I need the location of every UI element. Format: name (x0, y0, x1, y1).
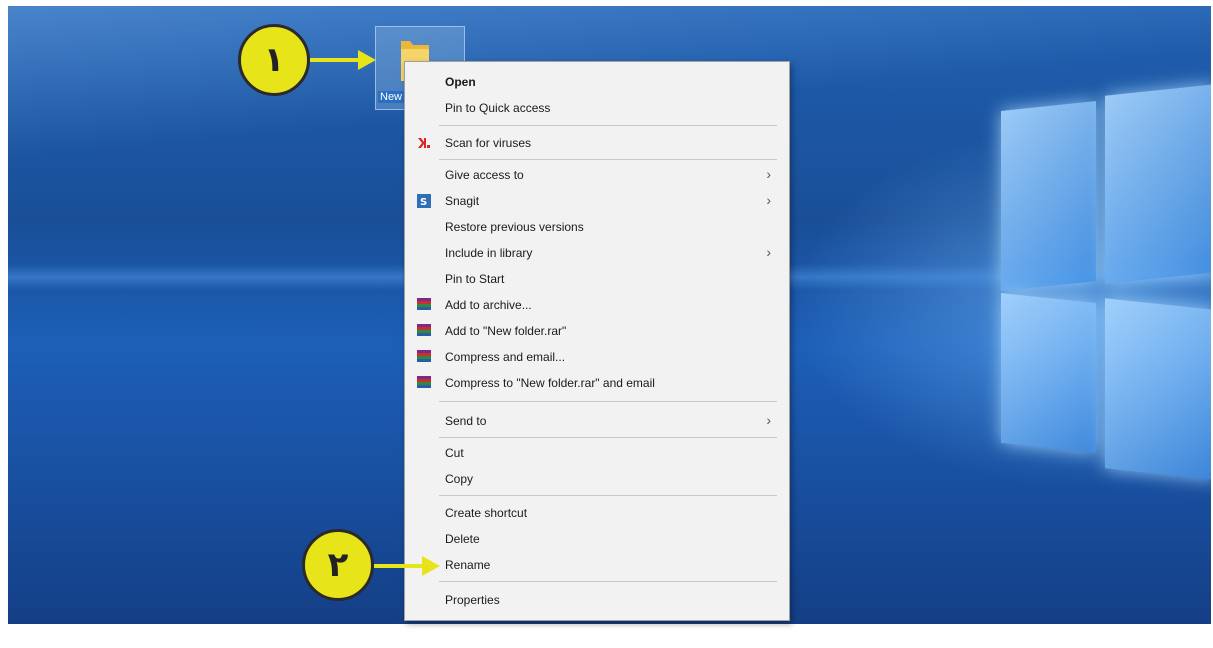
winrar-icon (417, 350, 431, 364)
menu-item-add-archive[interactable]: Add to archive... (405, 293, 789, 317)
menu-separator (439, 401, 777, 402)
menu-item-restore-versions[interactable]: Restore previous versions (405, 215, 789, 239)
menu-item-scan-viruses[interactable]: Scan for viruses (405, 131, 789, 155)
menu-item-label: Scan for viruses (445, 136, 532, 150)
menu-item-label: Pin to Start (445, 272, 505, 286)
winrar-icon (417, 298, 431, 312)
menu-item-label: Cut (445, 446, 464, 460)
context-menu[interactable]: Open Pin to Quick access Scan for viruse… (404, 61, 790, 621)
menu-item-compress-rar-email[interactable]: Compress to "New folder.rar" and email (405, 371, 789, 395)
menu-item-label: Properties (445, 593, 500, 607)
svg-text:S: S (420, 197, 427, 208)
menu-item-label: Send to (445, 414, 487, 428)
menu-item-label: Compress and email... (445, 350, 566, 364)
menu-item-label: Compress to "New folder.rar" and email (445, 376, 655, 390)
menu-separator (439, 125, 777, 126)
menu-separator (439, 495, 777, 496)
menu-item-label: Give access to (445, 168, 524, 182)
menu-item-cut[interactable]: Cut (405, 441, 789, 465)
menu-item-label: Create shortcut (445, 506, 528, 520)
menu-item-rename[interactable]: Rename (405, 553, 789, 577)
menu-item-label: Copy (445, 472, 474, 486)
menu-item-include-library[interactable]: Include in library › (405, 241, 789, 265)
menu-item-label: Open (445, 75, 476, 89)
menu-item-pin-quick-access[interactable]: Pin to Quick access (405, 96, 789, 120)
menu-item-label: Rename (445, 558, 491, 572)
menu-item-label: Snagit (445, 194, 480, 208)
menu-separator (439, 437, 777, 438)
snagit-icon: S (417, 194, 431, 208)
menu-item-properties[interactable]: Properties (405, 588, 789, 612)
chevron-right-icon: › (766, 192, 771, 208)
callout-badge-2: ٢ (302, 529, 374, 601)
callout-badge-1: ١ (238, 24, 310, 96)
menu-item-send-to[interactable]: Send to › (405, 409, 789, 433)
chevron-right-icon: › (766, 412, 771, 428)
menu-item-add-to-rar[interactable]: Add to "New folder.rar" (405, 319, 789, 343)
menu-item-label: Delete (445, 532, 480, 546)
antivirus-icon (418, 138, 430, 148)
menu-item-label: Restore previous versions (445, 220, 584, 234)
menu-item-label: Include in library (445, 246, 533, 260)
callout-number: ٢ (327, 545, 349, 585)
menu-item-pin-start[interactable]: Pin to Start (405, 267, 789, 291)
menu-item-label: Add to archive... (445, 298, 532, 312)
menu-item-label: Add to "New folder.rar" (445, 324, 567, 338)
chevron-right-icon: › (766, 166, 771, 182)
windows-logo (983, 76, 1211, 496)
callout-arrow-1 (310, 50, 376, 70)
winrar-icon (417, 324, 431, 338)
menu-item-compress-email[interactable]: Compress and email... (405, 345, 789, 369)
chevron-right-icon: › (766, 244, 771, 260)
menu-item-copy[interactable]: Copy (405, 467, 789, 491)
callout-arrow-2 (374, 556, 440, 576)
menu-item-open[interactable]: Open (405, 70, 789, 94)
callout-number: ١ (263, 40, 285, 80)
menu-item-label: Pin to Quick access (445, 101, 551, 115)
menu-item-create-shortcut[interactable]: Create shortcut (405, 501, 789, 525)
menu-separator (439, 581, 777, 582)
menu-item-snagit[interactable]: S Snagit › (405, 189, 789, 213)
menu-item-delete[interactable]: Delete (405, 527, 789, 551)
winrar-icon (417, 376, 431, 390)
menu-item-give-access[interactable]: Give access to › (405, 163, 789, 187)
menu-separator (439, 159, 777, 160)
